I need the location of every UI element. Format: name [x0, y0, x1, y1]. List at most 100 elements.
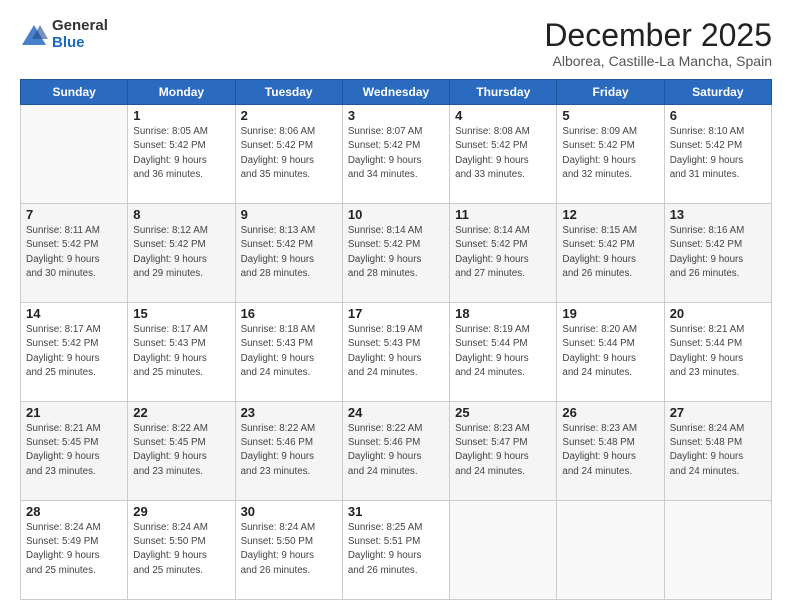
- logo-blue: Blue: [52, 34, 85, 51]
- day-number: 13: [670, 207, 766, 222]
- calendar-cell: 1Sunrise: 8:05 AMSunset: 5:42 PMDaylight…: [128, 105, 235, 204]
- day-detail: Sunrise: 8:09 AMSunset: 5:42 PMDaylight:…: [562, 125, 658, 182]
- calendar-cell: 20 Sunrise: 8:21 AMSunset: 5:44 PMDayligh…: [664, 303, 771, 402]
- calendar-cell: [21, 105, 128, 204]
- calendar-cell: 16Sunrise: 8:18 AMSunset: 5:43 PMDayligh…: [235, 303, 342, 402]
- calendar-cell: 28Sunrise: 8:24 AMSunset: 5:49 PMDayligh…: [21, 501, 128, 600]
- calendar-cell: 23 Sunrise: 8:22 AMSunset: 5:46 PMDayligh…: [235, 402, 342, 501]
- calendar-cell: 5 Sunrise: 8:09 AMSunset: 5:42 PMDaylight…: [557, 105, 664, 204]
- day-number: 21: [26, 405, 122, 420]
- day-number: 14: [26, 306, 122, 321]
- day-number: 25: [455, 405, 551, 420]
- calendar-cell: 3 Sunrise: 8:07 AMSunset: 5:42 PMDaylight…: [342, 105, 449, 204]
- day-detail: Sunrise: 8:20 AMSunset: 5:44 PMDaylight:…: [562, 323, 658, 380]
- calendar-cell: 21 Sunrise: 8:21 AMSunset: 5:45 PMDayligh…: [21, 402, 128, 501]
- subtitle: Alborea, Castille-La Mancha, Spain: [544, 53, 772, 69]
- day-number: 7: [26, 207, 122, 222]
- calendar-header-thursday: Thursday: [450, 80, 557, 105]
- logo: General Blue: [20, 18, 108, 51]
- day-number: 24: [348, 405, 444, 420]
- calendar-week-row: 7Sunrise: 8:11 AMSunset: 5:42 PMDaylight…: [21, 204, 772, 303]
- day-detail: Sunrise: 8:17 AMSunset: 5:43 PMDaylight:…: [133, 323, 229, 380]
- calendar-cell: 29 Sunrise: 8:24 AMSunset: 5:50 PMDayligh…: [128, 501, 235, 600]
- calendar-cell: 19 Sunrise: 8:20 AMSunset: 5:44 PMDayligh…: [557, 303, 664, 402]
- title-block: December 2025 Alborea, Castille-La Manch…: [544, 18, 772, 69]
- day-number: 28: [26, 504, 122, 519]
- calendar-cell: [557, 501, 664, 600]
- day-detail: Sunrise: 8:05 AMSunset: 5:42 PMDaylight:…: [133, 125, 229, 182]
- day-detail: Sunrise: 8:22 AMSunset: 5:45 PMDaylight:…: [133, 422, 229, 479]
- day-detail: Sunrise: 8:17 AMSunset: 5:42 PMDaylight:…: [26, 323, 122, 380]
- calendar-cell: 9 Sunrise: 8:13 AMSunset: 5:42 PMDaylight…: [235, 204, 342, 303]
- day-detail: Sunrise: 8:07 AMSunset: 5:42 PMDaylight:…: [348, 125, 444, 182]
- day-number: 23: [241, 405, 337, 420]
- day-detail: Sunrise: 8:19 AMSunset: 5:43 PMDaylight:…: [348, 323, 444, 380]
- day-detail: Sunrise: 8:16 AMSunset: 5:42 PMDaylight:…: [670, 224, 766, 281]
- day-detail: Sunrise: 8:14 AMSunset: 5:42 PMDaylight:…: [455, 224, 551, 281]
- day-number: 2: [241, 108, 337, 123]
- page: General Blue December 2025 Alborea, Cast…: [0, 0, 792, 612]
- day-number: 9: [241, 207, 337, 222]
- logo-text: General Blue: [52, 18, 108, 51]
- day-number: 26: [562, 405, 658, 420]
- header: General Blue December 2025 Alborea, Cast…: [20, 18, 772, 69]
- day-number: 12: [562, 207, 658, 222]
- day-detail: Sunrise: 8:25 AMSunset: 5:51 PMDaylight:…: [348, 521, 444, 578]
- calendar-cell: [664, 501, 771, 600]
- day-detail: Sunrise: 8:06 AMSunset: 5:42 PMDaylight:…: [241, 125, 337, 182]
- calendar-header-saturday: Saturday: [664, 80, 771, 105]
- day-number: 11: [455, 207, 551, 222]
- calendar-week-row: 14 Sunrise: 8:17 AMSunset: 5:42 PMDayligh…: [21, 303, 772, 402]
- calendar-cell: 24Sunrise: 8:22 AMSunset: 5:46 PMDayligh…: [342, 402, 449, 501]
- day-detail: Sunrise: 8:23 AMSunset: 5:48 PMDaylight:…: [562, 422, 658, 479]
- calendar-cell: 15Sunrise: 8:17 AMSunset: 5:43 PMDayligh…: [128, 303, 235, 402]
- day-number: 19: [562, 306, 658, 321]
- calendar-week-row: 21 Sunrise: 8:21 AMSunset: 5:45 PMDayligh…: [21, 402, 772, 501]
- day-number: 10: [348, 207, 444, 222]
- day-number: 27: [670, 405, 766, 420]
- day-number: 22: [133, 405, 229, 420]
- calendar-cell: 13 Sunrise: 8:16 AMSunset: 5:42 PMDayligh…: [664, 204, 771, 303]
- calendar-cell: 11 Sunrise: 8:14 AMSunset: 5:42 PMDayligh…: [450, 204, 557, 303]
- day-detail: Sunrise: 8:10 AMSunset: 5:42 PMDaylight:…: [670, 125, 766, 182]
- logo-icon: [20, 21, 48, 49]
- calendar-cell: 10 Sunrise: 8:14 AMSunset: 5:42 PMDayligh…: [342, 204, 449, 303]
- day-number: 29: [133, 504, 229, 519]
- calendar-header-tuesday: Tuesday: [235, 80, 342, 105]
- day-detail: Sunrise: 8:21 AMSunset: 5:45 PMDaylight:…: [26, 422, 122, 479]
- day-number: 17: [348, 306, 444, 321]
- day-number: 18: [455, 306, 551, 321]
- calendar-cell: 7Sunrise: 8:11 AMSunset: 5:42 PMDaylight…: [21, 204, 128, 303]
- calendar-cell: 14 Sunrise: 8:17 AMSunset: 5:42 PMDayligh…: [21, 303, 128, 402]
- day-number: 20: [670, 306, 766, 321]
- day-detail: Sunrise: 8:21 AMSunset: 5:44 PMDaylight:…: [670, 323, 766, 380]
- day-number: 16: [241, 306, 337, 321]
- calendar-week-row: 1Sunrise: 8:05 AMSunset: 5:42 PMDaylight…: [21, 105, 772, 204]
- day-number: 3: [348, 108, 444, 123]
- day-detail: Sunrise: 8:14 AMSunset: 5:42 PMDaylight:…: [348, 224, 444, 281]
- day-detail: Sunrise: 8:22 AMSunset: 5:46 PMDaylight:…: [241, 422, 337, 479]
- day-number: 31: [348, 504, 444, 519]
- calendar-header-monday: Monday: [128, 80, 235, 105]
- main-title: December 2025: [544, 18, 772, 53]
- day-detail: Sunrise: 8:08 AMSunset: 5:42 PMDaylight:…: [455, 125, 551, 182]
- day-number: 8: [133, 207, 229, 222]
- calendar-cell: 2 Sunrise: 8:06 AMSunset: 5:42 PMDaylight…: [235, 105, 342, 204]
- day-detail: Sunrise: 8:19 AMSunset: 5:44 PMDaylight:…: [455, 323, 551, 380]
- calendar-cell: 12Sunrise: 8:15 AMSunset: 5:42 PMDayligh…: [557, 204, 664, 303]
- day-number: 5: [562, 108, 658, 123]
- day-detail: Sunrise: 8:24 AMSunset: 5:48 PMDaylight:…: [670, 422, 766, 479]
- logo-general: General: [52, 17, 108, 34]
- calendar-cell: 8 Sunrise: 8:12 AMSunset: 5:42 PMDaylight…: [128, 204, 235, 303]
- day-detail: Sunrise: 8:12 AMSunset: 5:42 PMDaylight:…: [133, 224, 229, 281]
- calendar-header-wednesday: Wednesday: [342, 80, 449, 105]
- calendar-cell: 26 Sunrise: 8:23 AMSunset: 5:48 PMDayligh…: [557, 402, 664, 501]
- day-detail: Sunrise: 8:24 AMSunset: 5:50 PMDaylight:…: [133, 521, 229, 578]
- calendar-header-row: SundayMondayTuesdayWednesdayThursdayFrid…: [21, 80, 772, 105]
- calendar-header-sunday: Sunday: [21, 80, 128, 105]
- calendar-cell: 27 Sunrise: 8:24 AMSunset: 5:48 PMDayligh…: [664, 402, 771, 501]
- calendar-cell: [450, 501, 557, 600]
- calendar-header-friday: Friday: [557, 80, 664, 105]
- day-detail: Sunrise: 8:13 AMSunset: 5:42 PMDaylight:…: [241, 224, 337, 281]
- calendar-week-row: 28Sunrise: 8:24 AMSunset: 5:49 PMDayligh…: [21, 501, 772, 600]
